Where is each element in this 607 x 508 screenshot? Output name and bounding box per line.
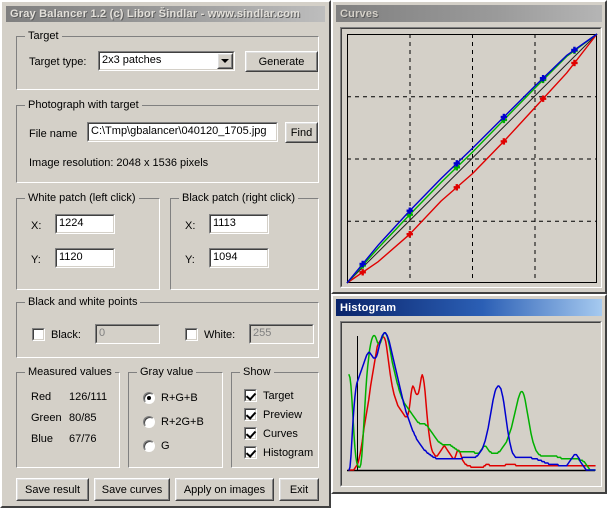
main-window: Gray Balancer 1.2 (c) Libor Šindlar - ww… (0, 0, 331, 508)
black-point-label: Black: (51, 328, 81, 341)
show-histogram-checkbox[interactable]: Histogram (244, 446, 313, 459)
black-patch-y-input[interactable]: 1094 (209, 248, 269, 268)
black-white-points-group-label: Black and white points (25, 296, 141, 308)
white-point-input[interactable]: 255 (249, 324, 314, 344)
black-patch-group: Black patch (right click) X: 1113 Y: 109… (170, 192, 319, 290)
show-preview-checkbox[interactable]: Preview (244, 408, 302, 421)
show-item-label: Preview (263, 408, 303, 421)
main-dialog-body: Target Target type: 2x3 patches Generate… (6, 24, 325, 502)
gray-value-option-label: G (161, 440, 170, 452)
measured-green-channel: Green (31, 412, 62, 424)
save-result-button[interactable]: Save result (16, 478, 89, 501)
black-patch-x-label: X: (185, 220, 196, 232)
measured-green-value: 80/85 (69, 412, 97, 424)
gray-value-group: Gray value R+G+B R+2G+B G (128, 366, 223, 468)
white-patch-x-input[interactable]: 1224 (55, 214, 115, 234)
find-button[interactable]: Find (285, 122, 318, 143)
generate-button[interactable]: Generate (245, 51, 318, 72)
photograph-group: Photograph with target File name C:\Tmp\… (16, 99, 319, 183)
gray-value-option-label: R+2G+B (161, 416, 204, 428)
target-type-label: Target type: (29, 56, 87, 68)
photograph-group-label: Photograph with target (25, 99, 142, 111)
measured-values-group-label: Measured values (25, 366, 115, 378)
measured-blue-value: 67/76 (69, 433, 97, 445)
measured-values-group: Measured values Red 126/111 Green 80/85 … (16, 366, 120, 468)
checkbox-box[interactable] (32, 328, 45, 341)
main-window-titlebar[interactable]: Gray Balancer 1.2 (c) Libor Šindlar - ww… (6, 6, 325, 22)
histogram-window-titlebar[interactable]: Histogram (336, 299, 602, 316)
file-name-label: File name (29, 128, 78, 140)
gray-value-option-rgb[interactable]: R+G+B (143, 392, 198, 404)
exit-button[interactable]: Exit (279, 478, 319, 501)
white-patch-group: White patch (left click) X: 1224 Y: 1120 (16, 192, 160, 290)
radio-indicator[interactable] (143, 416, 155, 428)
show-group-label: Show (240, 366, 274, 378)
histogram-plot[interactable] (340, 321, 602, 487)
measured-red-channel: Red (31, 391, 52, 403)
curves-window-titlebar[interactable]: Curves (336, 5, 602, 22)
histogram-window-title-text: Histogram (340, 301, 397, 314)
show-curves-checkbox[interactable]: Curves (244, 427, 298, 440)
measured-blue-channel: Blue (31, 433, 54, 445)
white-patch-x-label: X: (31, 220, 42, 232)
target-group-label: Target (25, 30, 62, 42)
checkbox-box[interactable] (244, 446, 257, 459)
curves-plot[interactable] (340, 27, 602, 288)
target-type-combo[interactable]: 2x3 patches (98, 51, 235, 71)
show-item-label: Target (263, 389, 294, 402)
curves-window-title-text: Curves (340, 7, 379, 20)
apply-on-images-button[interactable]: Apply on images (175, 478, 274, 501)
white-patch-group-label: White patch (left click) (25, 192, 139, 204)
chevron-down-icon[interactable] (217, 53, 233, 69)
file-name-input[interactable]: C:\Tmp\gbalancer\040120_1705.jpg (87, 122, 278, 142)
white-point-label: White: (204, 328, 236, 341)
show-group: Show Target Preview Curves Histogram (231, 366, 319, 468)
white-patch-y-label: Y: (31, 254, 41, 266)
curves-window: Curves (331, 0, 607, 294)
main-window-title-text: Gray Balancer 1.2 (c) Libor Šindlar - ww… (10, 8, 301, 20)
black-point-input[interactable]: 0 (95, 324, 160, 344)
target-group: Target Target type: 2x3 patches Generate (16, 30, 319, 90)
white-point-checkbox[interactable]: White: (185, 328, 235, 341)
checkbox-box[interactable] (244, 427, 257, 440)
black-point-checkbox[interactable]: Black: (32, 328, 81, 341)
black-patch-y-label: Y: (185, 254, 195, 266)
gray-value-group-label: Gray value (137, 366, 197, 378)
curves-plot-canvas (346, 33, 598, 284)
gray-value-option-g[interactable]: G (143, 440, 170, 452)
radio-indicator[interactable] (143, 440, 155, 452)
show-item-label: Curves (263, 427, 298, 440)
save-curves-button[interactable]: Save curves (94, 478, 170, 501)
target-type-combo-value[interactable]: 2x3 patches (98, 51, 235, 71)
black-white-points-group: Black and white points Black: 0 White: 2… (16, 296, 319, 358)
histogram-plot-canvas (347, 332, 596, 472)
checkbox-box[interactable] (244, 389, 257, 402)
show-target-checkbox[interactable]: Target (244, 389, 294, 402)
white-patch-y-input[interactable]: 1120 (55, 248, 115, 268)
show-item-label: Histogram (263, 446, 314, 459)
image-resolution-text: Image resolution: 2048 x 1536 pixels (29, 157, 209, 169)
checkbox-box[interactable] (185, 328, 198, 341)
checkbox-box[interactable] (244, 408, 257, 421)
histogram-window: Histogram (331, 294, 607, 494)
black-patch-x-input[interactable]: 1113 (209, 214, 269, 234)
gray-value-option-label: R+G+B (161, 392, 198, 404)
radio-indicator[interactable] (143, 392, 155, 404)
black-patch-group-label: Black patch (right click) (179, 192, 299, 204)
measured-red-value: 126/111 (69, 391, 108, 403)
gray-value-option-r2gb[interactable]: R+2G+B (143, 416, 204, 428)
